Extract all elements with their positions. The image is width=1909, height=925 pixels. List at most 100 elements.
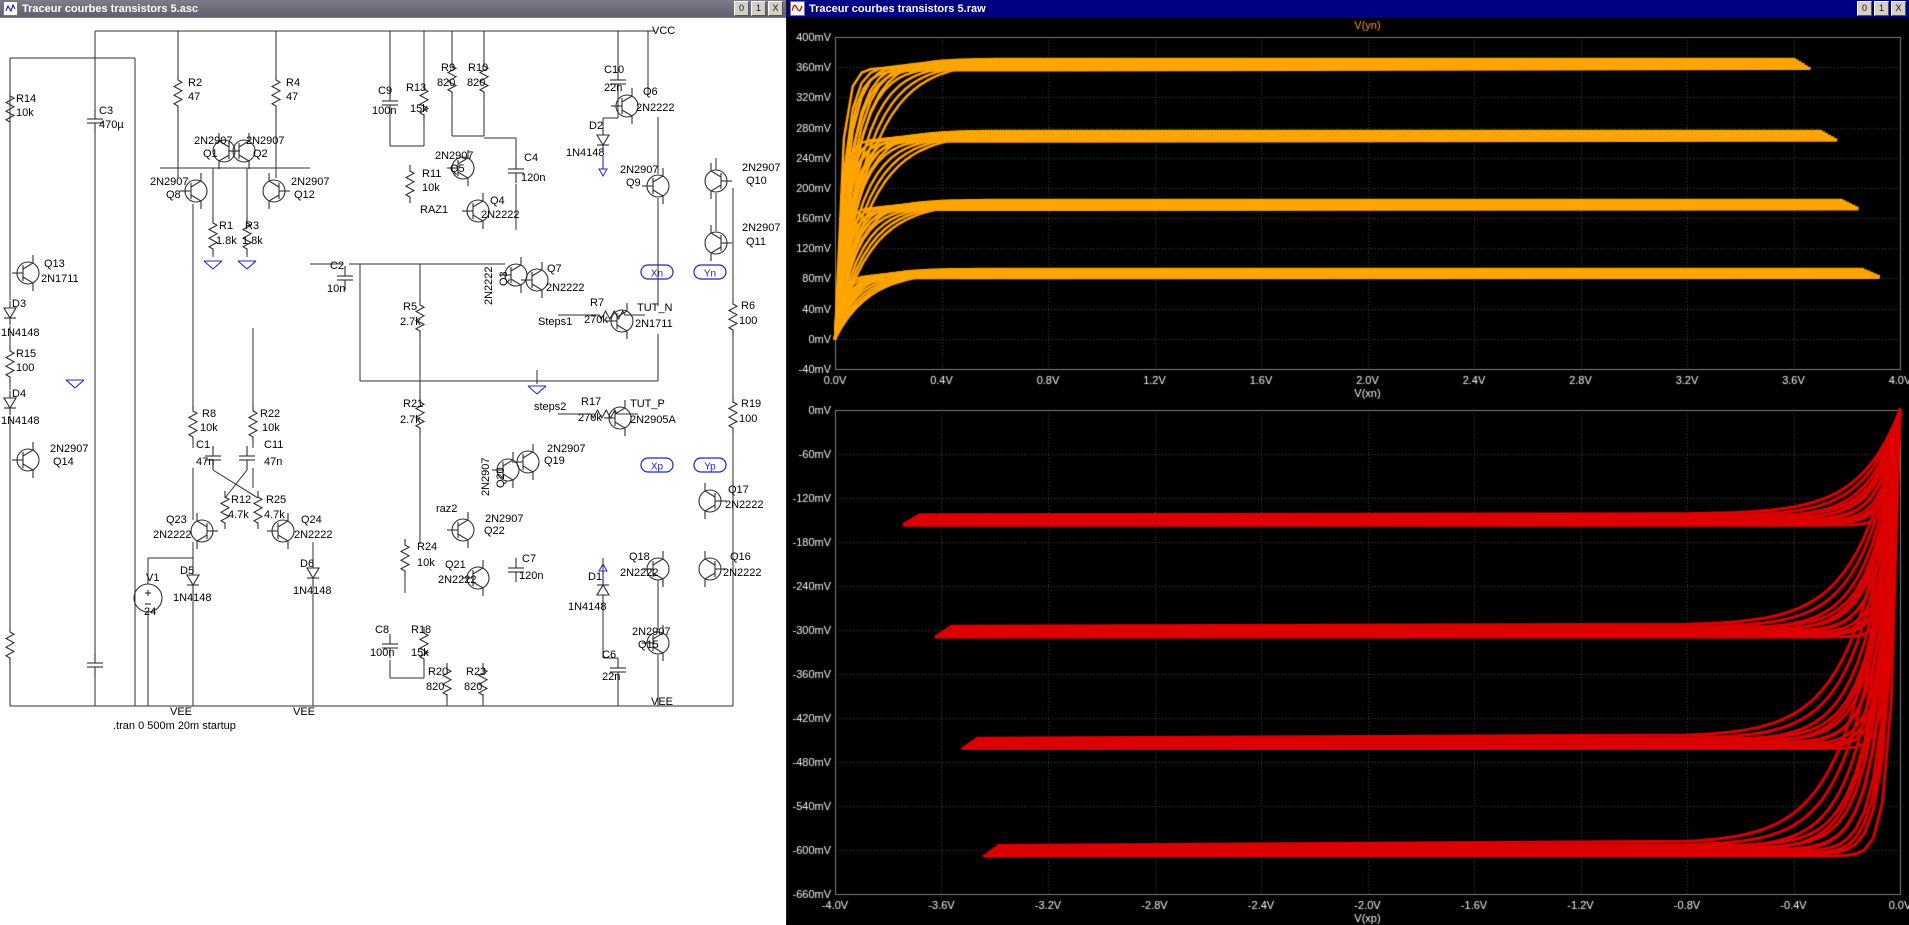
schematic-label[interactable]: 47n [264, 456, 282, 468]
schematic-label[interactable]: 1N4148 [293, 585, 332, 597]
schematic-label[interactable]: R22 [260, 408, 280, 420]
schematic-label[interactable]: Q13 [44, 258, 65, 270]
schematic-label[interactable]: 1N4148 [173, 592, 212, 604]
schematic-label[interactable]: 4.7k [264, 509, 285, 521]
schematic-label[interactable]: VEE [651, 696, 673, 708]
schematic-label[interactable]: 15k [410, 103, 428, 115]
schematic-label[interactable]: 2N2907 [632, 626, 671, 638]
schematic-label[interactable]: 22n [604, 82, 622, 94]
schematic-label[interactable]: 2N2222 [546, 282, 585, 294]
schematic-label[interactable]: VCC [652, 25, 675, 37]
schematic-label[interactable]: C3 [99, 105, 113, 117]
schematic-label[interactable]: R3 [245, 220, 259, 232]
schematic-label[interactable]: 120n [519, 570, 543, 582]
schematic-label[interactable]: R14 [16, 93, 36, 105]
waveform-pane-bottom[interactable] [787, 400, 1909, 924]
maximize-button[interactable]: 1 [1874, 1, 1889, 16]
schematic-label[interactable]: 10k [417, 557, 435, 569]
schematic-label[interactable]: R19 [741, 398, 761, 410]
schematic-label[interactable]: R25 [266, 494, 286, 506]
schematic-label[interactable]: 10k [200, 422, 218, 434]
schematic-label[interactable]: Q6 [643, 86, 658, 98]
schematic-label[interactable]: 820 [426, 681, 444, 693]
schematic-label[interactable]: VEE [293, 706, 315, 718]
net-flag[interactable]: Yp [704, 462, 716, 473]
schematic-label[interactable]: 120n [521, 172, 545, 184]
schematic-label[interactable]: Q24 [301, 514, 322, 526]
schematic-label[interactable]: Q5 [450, 163, 465, 175]
schematic-label[interactable]: R1 [219, 220, 233, 232]
schematic-label[interactable]: Q17 [728, 484, 749, 496]
schematic-label[interactable]: V1 [146, 572, 159, 584]
schematic-label[interactable]: 2N2907 [480, 457, 492, 496]
schematic-label[interactable]: C9 [378, 85, 392, 97]
schematic-label[interactable]: Q10 [746, 175, 767, 187]
schematic-label[interactable]: steps2 [534, 401, 566, 413]
schematic-label[interactable]: R21 [403, 398, 423, 410]
schematic-label[interactable]: 2N2907 [742, 162, 781, 174]
schematic-label[interactable]: 2N2222 [481, 209, 520, 221]
schematic-label[interactable]: VEE [170, 706, 192, 718]
schematic-label[interactable]: R17 [581, 396, 601, 408]
schematic-label[interactable]: 47n [196, 456, 214, 468]
schematic-label[interactable]: Q9 [626, 177, 641, 189]
schematic-label[interactable]: .tran 0 500m 20m startup [113, 720, 236, 732]
schematic-label[interactable]: 2N1711 [635, 318, 673, 330]
schematic-label[interactable]: 2N2222 [725, 499, 764, 511]
schematic-label[interactable]: R15 [16, 348, 36, 360]
schematic-label[interactable]: 2N2907 [291, 176, 330, 188]
schematic-label[interactable]: C7 [522, 553, 536, 565]
schematic-label[interactable]: Q21 [445, 559, 466, 571]
schematic-label[interactable]: 2N2907 [620, 164, 659, 176]
schematic-label[interactable]: C2 [330, 260, 344, 272]
close-button[interactable]: X [768, 1, 783, 16]
schematic-label[interactable]: 47 [188, 91, 200, 103]
net-flag[interactable]: Yn [704, 269, 716, 280]
schematic-label[interactable]: Q16 [730, 551, 751, 563]
schematic-label[interactable]: R18 [411, 624, 431, 636]
schematic-label[interactable]: 10k [262, 422, 280, 434]
maximize-button[interactable]: 1 [751, 1, 766, 16]
schematic-label[interactable]: 100 [739, 315, 757, 327]
schematic-label[interactable]: Q1 [203, 148, 218, 160]
schematic-label[interactable]: Q20 [495, 467, 507, 488]
schematic-label[interactable]: 22n [602, 671, 620, 683]
schematic-label[interactable]: 24 [144, 606, 156, 618]
schematic-label[interactable]: D5 [180, 565, 194, 577]
schematic-label[interactable]: 2N2907 [547, 443, 586, 455]
schematic-label[interactable]: 10k [422, 182, 440, 194]
schematic-label[interactable]: 470µ [99, 119, 124, 131]
schematic-label[interactable]: 270k [584, 314, 608, 326]
schematic-label[interactable]: R8 [202, 408, 216, 420]
schematic-label[interactable]: R11 [422, 168, 441, 180]
schematic-label[interactable]: Q12 [294, 189, 315, 201]
schematic-label[interactable]: Q8 [166, 189, 181, 201]
schematic-label[interactable]: Q3 [498, 271, 510, 286]
schematic-label[interactable]: 1.8k [216, 235, 237, 247]
schematic-label[interactable]: R20 [428, 666, 448, 678]
schematic-label[interactable]: Q11 [746, 236, 766, 248]
schematic-label[interactable]: 1.8k [242, 235, 263, 247]
schematic-label[interactable]: 100 [739, 413, 757, 425]
schematic-label[interactable]: 15k [411, 647, 429, 659]
schematic-label[interactable]: 100 [16, 362, 34, 374]
schematic-label[interactable]: Q19 [544, 455, 565, 467]
schematic-label[interactable]: D3 [12, 298, 26, 310]
schematic-label[interactable]: D6 [300, 558, 314, 570]
schematic-label[interactable]: Q18 [629, 551, 650, 563]
schematic-label[interactable]: R7 [590, 297, 604, 309]
schematic-canvas[interactable]: Xn Yn Xp Yp R14 10k C3 470µ R2 47 R4 47 C9 100n R13 15k… [0, 18, 786, 925]
schematic-label[interactable]: R13 [406, 82, 426, 94]
schematic-label[interactable]: 4.7k [228, 509, 249, 521]
schematic-label[interactable]: R6 [741, 300, 755, 312]
schematic-label[interactable]: R2 [188, 77, 202, 89]
schematic-label[interactable]: R4 [286, 77, 300, 89]
schematic-label[interactable]: 2N2222 [620, 567, 659, 579]
schematic-label[interactable]: 2N2907 [194, 135, 233, 147]
schematic-label[interactable]: 2N2222 [294, 529, 333, 541]
schematic-label[interactable]: Q22 [484, 525, 505, 537]
schematic-label[interactable]: 2N2907 [150, 176, 189, 188]
schematic-label[interactable]: 820 [467, 77, 485, 89]
schematic-label[interactable]: Q15 [638, 639, 659, 651]
schematic-label[interactable]: C6 [602, 649, 616, 661]
